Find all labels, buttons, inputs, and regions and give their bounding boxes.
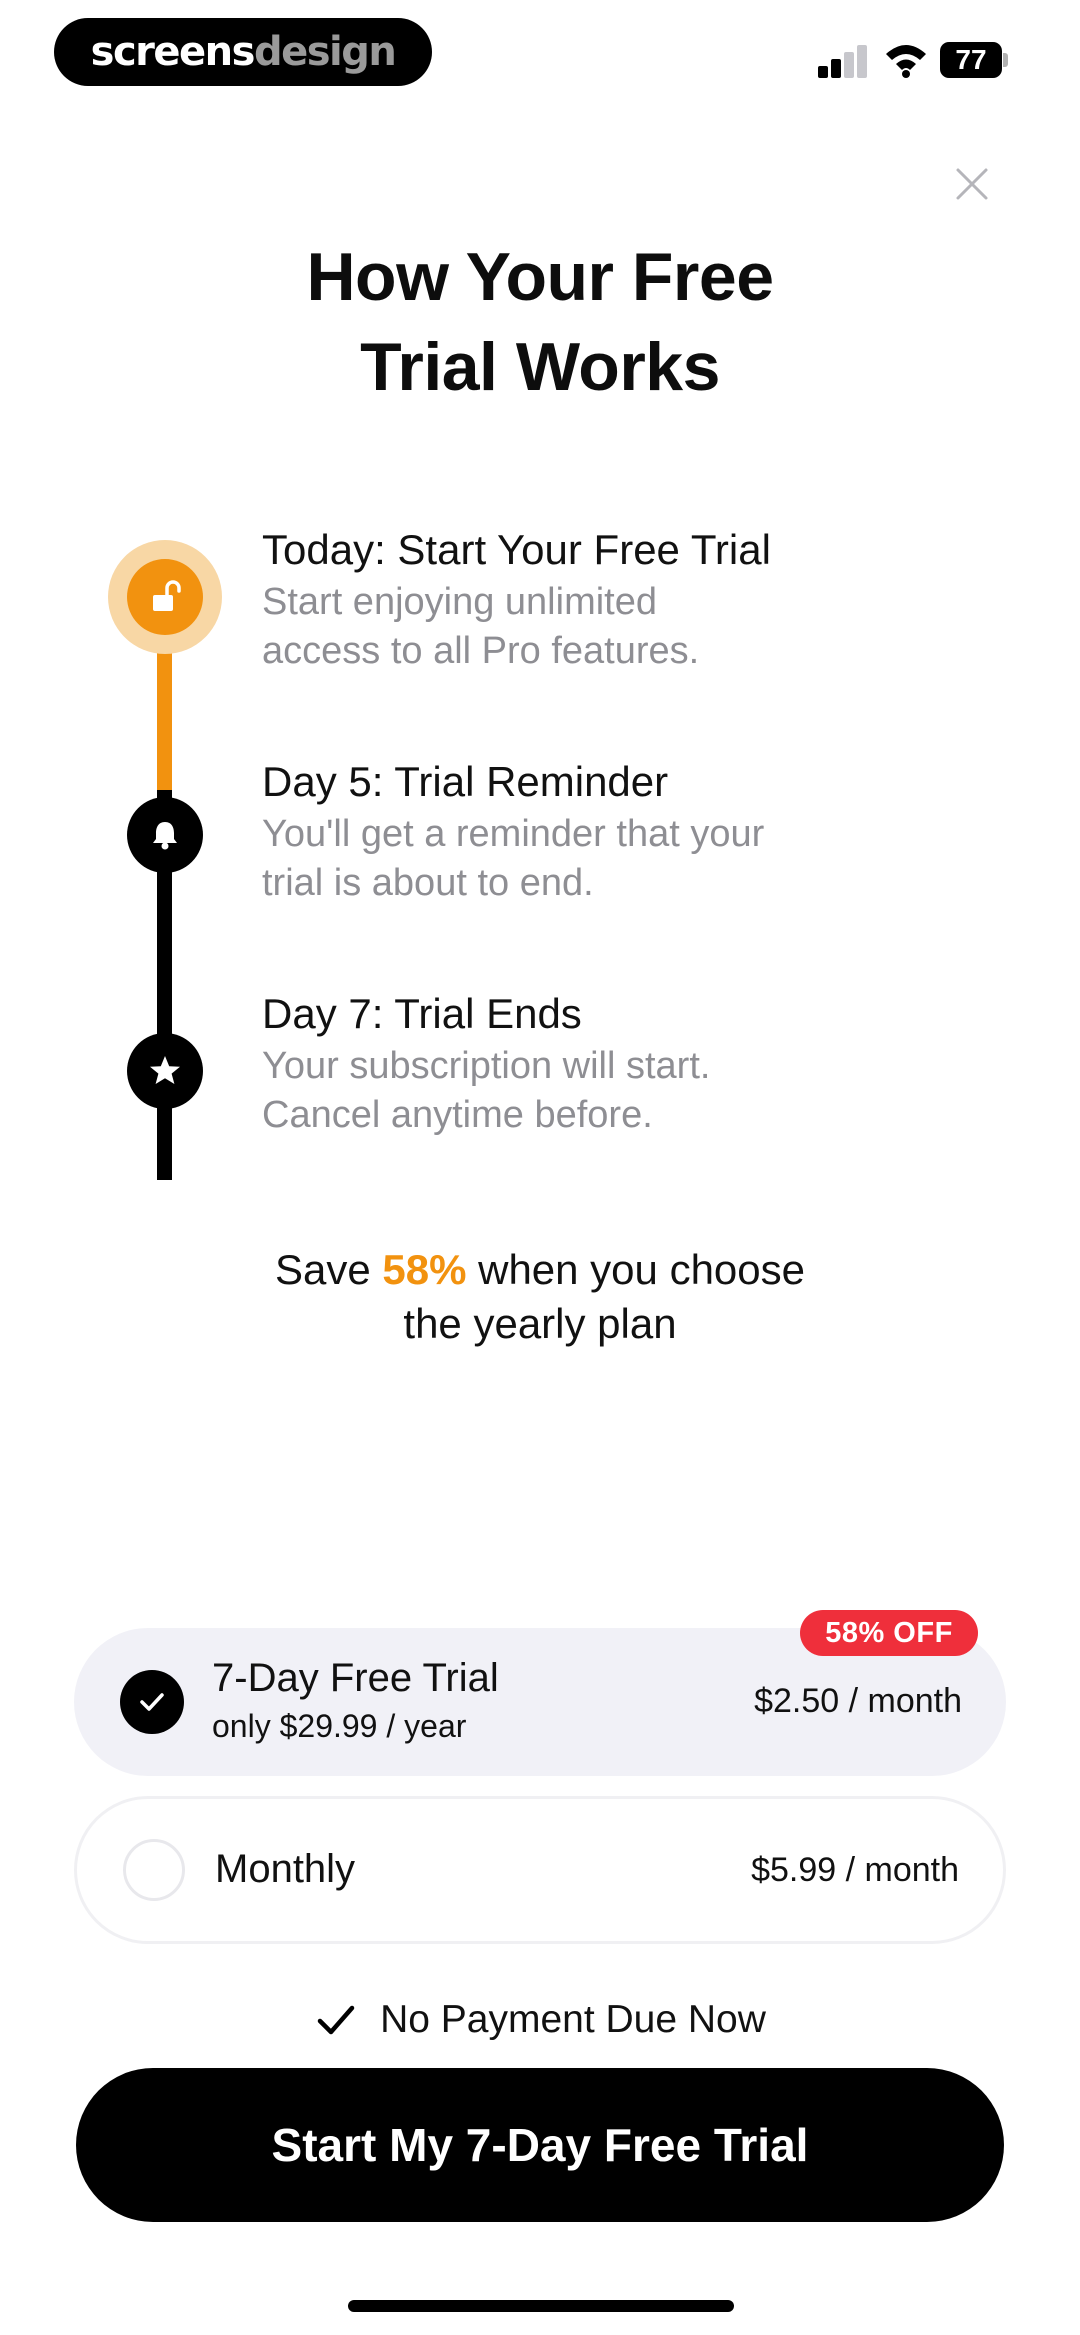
step-description: You'll get a reminder that your trial is… <box>262 810 1002 908</box>
brand-logo: screens design <box>54 18 432 86</box>
radio-unselected[interactable] <box>123 1839 185 1901</box>
plan-price: $5.99 / month <box>751 1851 959 1889</box>
plan-price: $2.50 / month <box>754 1682 962 1720</box>
discount-badge: 58% OFF <box>800 1610 978 1656</box>
step-title: Day 5: Trial Reminder <box>262 758 669 805</box>
page-title-line2: Trial Works <box>360 329 720 405</box>
plan-name: Monthly <box>215 1847 356 1891</box>
step-description: Your subscription will start. Cancel any… <box>262 1042 1002 1140</box>
step-description-line2: trial is about to end. <box>262 862 594 904</box>
plan-name: 7-Day Free Trial <box>212 1656 499 1700</box>
savings-prefix: Save <box>274 1246 383 1293</box>
checkmark-icon <box>317 2005 355 2035</box>
page-title-line1: How Your Free <box>306 239 774 315</box>
battery-icon: 77 <box>940 42 1008 78</box>
plan-subtitle: only $29.99 / year <box>212 1708 467 1744</box>
step-description-line1: Start enjoying unlimited <box>262 581 657 623</box>
no-payment-note: No Payment Due Now <box>0 1990 1080 2050</box>
timeline-step-reminder: Day 5: Trial Reminder You'll get a remin… <box>262 756 1002 908</box>
step-description-line1: You'll get a reminder that your <box>262 813 765 855</box>
selected-check-icon[interactable] <box>120 1670 184 1734</box>
timeline-step-ends: Day 7: Trial Ends Your subscription will… <box>262 988 1002 1140</box>
page-title: How Your Free Trial Works <box>0 232 1080 412</box>
brand-logo-part1: screens <box>90 29 256 75</box>
step-title: Day 7: Trial Ends <box>262 990 582 1037</box>
savings-percent: 58% <box>382 1246 467 1293</box>
bell-icon <box>127 797 203 873</box>
brand-logo-part2: design <box>253 29 397 75</box>
savings-message-line2: the yearly plan <box>403 1300 677 1347</box>
step-description-line2: access to all Pro features. <box>262 630 700 672</box>
close-icon[interactable] <box>952 164 992 204</box>
step-title: Today: Start Your Free Trial <box>262 526 771 573</box>
battery-level: 77 <box>940 42 1002 78</box>
savings-message-line1: Save 58% when you choose <box>0 1243 1080 1297</box>
status-bar: screens design 77 <box>0 0 1080 110</box>
savings-message: Save 58% when you choose the yearly plan <box>0 1243 1080 1351</box>
trial-timeline: Today: Start Your Free Trial Start enjoy… <box>0 526 1080 1180</box>
star-icon <box>127 1033 203 1109</box>
plan-option-monthly[interactable]: Monthly $5.99 / month <box>74 1796 1006 1944</box>
timeline-step-today: Today: Start Your Free Trial Start enjoy… <box>262 524 1002 676</box>
start-trial-button[interactable]: Start My 7-Day Free Trial <box>76 2068 1004 2222</box>
step-description: Start enjoying unlimited access to all P… <box>262 578 1002 676</box>
step-description-line1: Your subscription will start. <box>262 1045 711 1087</box>
cellular-signal-icon <box>818 44 868 78</box>
no-payment-text: No Payment Due Now <box>380 1998 766 2041</box>
wifi-icon <box>886 45 926 78</box>
savings-suffix: when you choose <box>466 1246 806 1293</box>
step-description-line2: Cancel anytime before. <box>262 1094 653 1136</box>
unlock-icon <box>127 559 203 635</box>
home-indicator[interactable] <box>348 2300 734 2312</box>
